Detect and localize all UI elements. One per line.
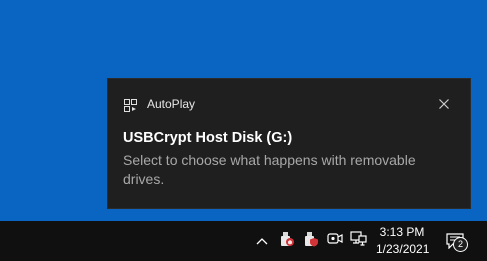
notification-header: AutoPlay [107, 78, 471, 130]
taskbar: 3:13 PM 1/23/2021 2 [0, 221, 487, 261]
tray-usb-drive[interactable] [276, 221, 298, 261]
show-hidden-icons-button[interactable] [252, 221, 272, 261]
usb-drive-icon [279, 231, 295, 252]
meet-now-icon [327, 232, 343, 251]
action-center-icon: 2 [446, 233, 468, 252]
tray-usb-drive-secure[interactable] [300, 221, 322, 261]
tray-network[interactable] [347, 221, 369, 261]
autoplay-icon [124, 99, 137, 112]
network-icon [349, 230, 367, 252]
usb-drive-shield-icon [303, 231, 319, 252]
chevron-up-icon [256, 232, 268, 250]
close-button[interactable] [433, 94, 455, 116]
clock-date: 1/23/2021 [376, 242, 430, 256]
action-center-button[interactable]: 2 [441, 221, 469, 261]
tray-meet-now[interactable] [324, 221, 346, 261]
taskbar-clock[interactable]: 3:13 PM 1/23/2021 [376, 224, 430, 258]
autoplay-notification[interactable]: AutoPlay USBCrypt Host Disk (G:) Select … [107, 78, 471, 209]
notification-app-name: AutoPlay [147, 97, 196, 111]
notification-message: Select to choose what happens with remov… [123, 152, 416, 187]
notification-count-badge: 2 [453, 237, 468, 252]
close-icon [439, 96, 449, 114]
clock-time: 3:13 PM [379, 225, 425, 239]
notification-title: USBCrypt Host Disk (G:) [123, 130, 293, 146]
